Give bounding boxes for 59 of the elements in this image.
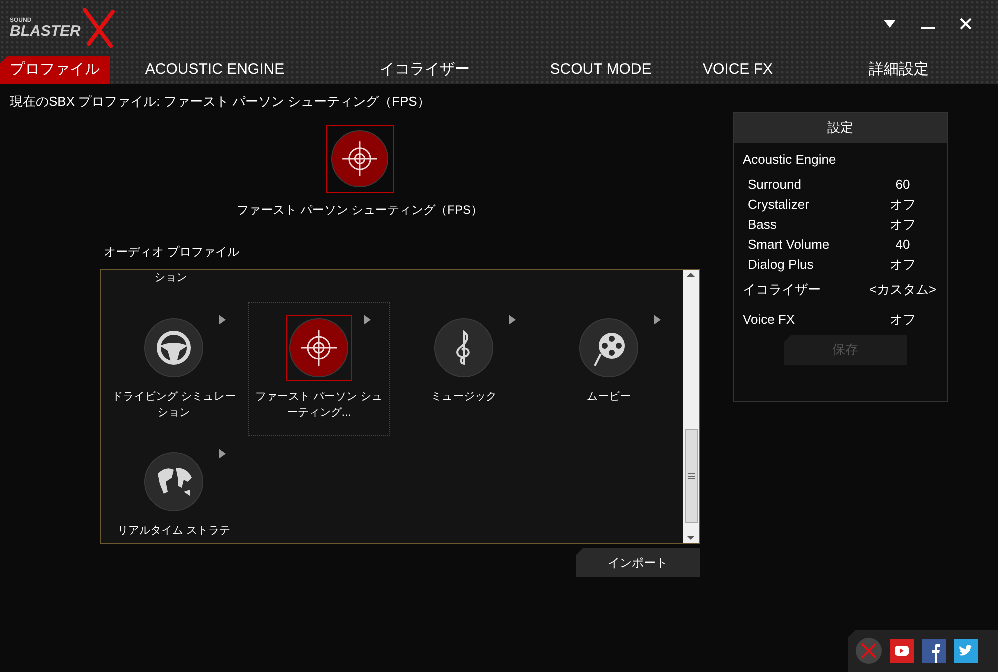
profile-label: ファースト パーソン シューティング... xyxy=(255,390,383,420)
profile-tile[interactable]: ドライビング シミュレーション xyxy=(103,302,245,436)
profile-label: ミュージック xyxy=(430,390,498,404)
tab[interactable]: VOICE FX xyxy=(672,56,804,84)
current-profile-label: ファースト パーソン シューティング（FPS） xyxy=(236,202,483,218)
treble-clef-icon xyxy=(434,318,494,378)
setting-label: Dialog Plus xyxy=(747,256,814,274)
scroll-down-icon[interactable] xyxy=(687,534,695,540)
scrollbar[interactable] xyxy=(683,270,699,542)
profile-tile[interactable]: ミュージック xyxy=(393,302,535,436)
setting-value: 60 xyxy=(894,176,912,194)
setting-value: <カスタム> xyxy=(868,281,938,300)
profile-label: ドライビング シミュレーション xyxy=(110,390,238,420)
profile-label: ムービー xyxy=(586,390,632,404)
setting-value: 40 xyxy=(894,236,912,254)
audio-profiles-title: オーディオ プロファイル xyxy=(104,244,240,260)
logo-text: BLASTER xyxy=(10,24,81,38)
setting-value: オフ xyxy=(889,311,917,330)
crosshair-icon xyxy=(289,318,349,378)
setting-value: オフ xyxy=(889,196,917,214)
import-button[interactable]: インポート xyxy=(576,548,700,578)
twitter-icon[interactable] xyxy=(954,639,978,663)
close-icon[interactable] xyxy=(960,18,972,30)
profile-label: リアルタイム ストラテ xyxy=(116,524,232,538)
current-profile-text: 現在のSBX プロファイル: ファースト パーソン シューティング（FPS） xyxy=(9,93,432,111)
setting-label: Bass xyxy=(747,216,777,234)
expand-arrow-icon[interactable] xyxy=(219,314,226,324)
expand-arrow-icon[interactable] xyxy=(364,314,371,324)
setting-label: Smart Volume xyxy=(747,236,830,254)
expand-arrow-icon[interactable] xyxy=(219,448,226,458)
setting-label: Voice FX xyxy=(743,311,796,330)
facebook-icon[interactable] xyxy=(922,639,946,663)
setting-label: Surround xyxy=(747,176,802,194)
tab[interactable]: イコライザー xyxy=(320,56,530,84)
scroll-thumb[interactable] xyxy=(684,429,698,523)
film-reel-icon xyxy=(579,318,639,378)
expand-arrow-icon[interactable] xyxy=(654,314,661,324)
expand-arrow-icon[interactable] xyxy=(509,314,516,324)
close-circle-icon[interactable] xyxy=(856,638,882,664)
profile-tile[interactable]: リアルタイム ストラテ xyxy=(103,436,245,542)
setting-value: オフ xyxy=(889,256,917,274)
crosshair-icon xyxy=(331,130,389,188)
steering-wheel-icon xyxy=(144,318,204,378)
setting-label: Crystalizer xyxy=(747,196,810,214)
profile-tile[interactable]: ムービー xyxy=(538,302,680,436)
tab[interactable]: SCOUT MODE xyxy=(530,56,672,84)
setting-label: イコライザー xyxy=(743,281,821,300)
dropdown-icon[interactable] xyxy=(884,20,896,28)
settings-title: 設定 xyxy=(734,112,947,142)
youtube-icon[interactable] xyxy=(890,639,914,663)
profile-label: ション xyxy=(154,270,188,286)
section-title: Acoustic Engine xyxy=(743,150,838,169)
tab[interactable]: プロファイル xyxy=(0,56,110,84)
scroll-up-icon[interactable] xyxy=(687,272,695,278)
setting-value: オフ xyxy=(889,216,917,234)
tab[interactable]: ACOUSTIC ENGINE xyxy=(110,56,320,84)
logo-x-icon xyxy=(80,8,117,48)
profile-tile[interactable]: ファースト パーソン シューティング... xyxy=(248,302,390,436)
tab[interactable]: 詳細設定 xyxy=(804,56,994,84)
